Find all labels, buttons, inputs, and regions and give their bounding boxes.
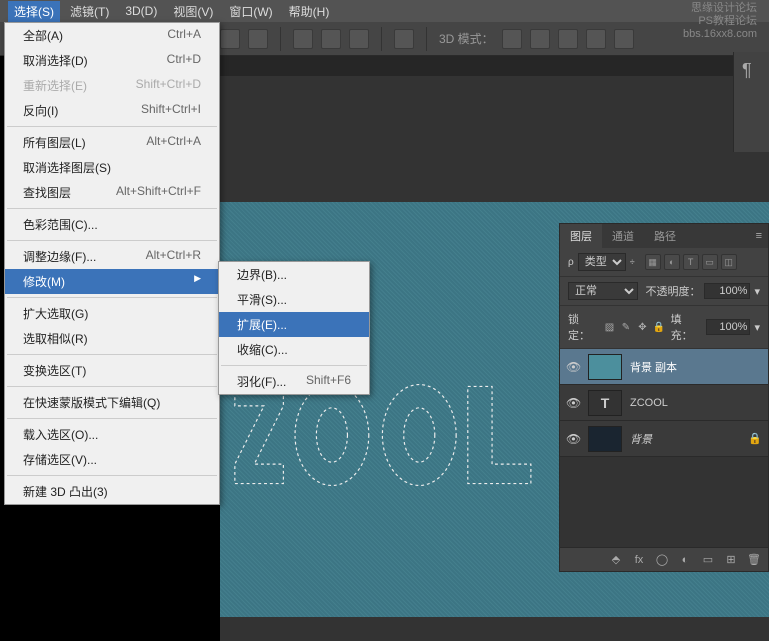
layer-mask-icon[interactable]: ◯ xyxy=(654,552,670,568)
filter-adjust-icon[interactable]: ◐ xyxy=(664,254,680,270)
visibility-eye-icon[interactable]: 👁 xyxy=(566,432,580,446)
menu-inverse[interactable]: 反向(I)Shift+Ctrl+I xyxy=(5,98,219,123)
menubar: 选择(S) 滤镜(T) 3D(D) 视图(V) 窗口(W) 帮助(H) xyxy=(0,0,769,22)
menu-find-layers[interactable]: 查找图层Alt+Shift+Ctrl+F xyxy=(5,180,219,205)
layer-name[interactable]: 背景 xyxy=(630,431,652,447)
menu-load-selection[interactable]: 载入选区(O)... xyxy=(5,422,219,447)
menu-reselect: 重新选择(E)Shift+Ctrl+D xyxy=(5,73,219,98)
layer-fx-icon[interactable]: fx xyxy=(631,552,647,568)
delete-layer-icon[interactable]: 🗑 xyxy=(746,552,762,568)
layer-item[interactable]: 👁 背景 副本 xyxy=(560,349,768,385)
fill-label: 填充： xyxy=(671,311,703,343)
filter-type-select[interactable]: 类型 xyxy=(578,253,626,271)
visibility-eye-icon[interactable]: 👁 xyxy=(566,360,580,374)
lock-fill-row: 锁定： ▨ ✎ ✥ 🔒 填充： 100% ▾ xyxy=(560,306,768,349)
menu-deselect-layers[interactable]: 取消选择图层(S) xyxy=(5,155,219,180)
tool-icon[interactable] xyxy=(349,29,369,49)
menu-deselect[interactable]: 取消选择(D)Ctrl+D xyxy=(5,48,219,73)
tool-icon[interactable] xyxy=(248,29,268,49)
menu-grow[interactable]: 扩大选取(G) xyxy=(5,301,219,326)
menu-select[interactable]: 选择(S) xyxy=(8,1,60,22)
tab-paths[interactable]: 路径 xyxy=(644,224,686,248)
filter-pixel-icon[interactable]: ▦ xyxy=(645,254,661,270)
menu-similar[interactable]: 选取相似(R) xyxy=(5,326,219,351)
layer-thumbnail[interactable] xyxy=(588,354,622,380)
menu-window[interactable]: 窗口(W) xyxy=(223,1,278,22)
3d-tool-icon[interactable] xyxy=(502,29,522,49)
menu-save-selection[interactable]: 存储选区(V)... xyxy=(5,447,219,472)
lock-all-icon[interactable]: 🔒 xyxy=(652,320,665,334)
layer-footer: ⬘ fx ◯ ◐ ▭ ⊞ 🗑 xyxy=(560,547,768,571)
menu-filter[interactable]: 滤镜(T) xyxy=(64,1,115,22)
filter-smart-icon[interactable]: ◫ xyxy=(721,254,737,270)
menu-view[interactable]: 视图(V) xyxy=(167,1,219,22)
right-dock: ¶ xyxy=(733,52,769,152)
fill-value[interactable]: 100% xyxy=(706,319,750,335)
tool-icon[interactable] xyxy=(220,29,240,49)
menu-all-layers[interactable]: 所有图层(L)Alt+Ctrl+A xyxy=(5,130,219,155)
blend-mode-select[interactable]: 正常 xyxy=(568,282,638,300)
menu-3d[interactable]: 3D(D) xyxy=(119,2,163,20)
lock-position-icon[interactable]: ✥ xyxy=(636,320,649,334)
tab-layers[interactable]: 图层 xyxy=(560,224,602,248)
watermark: 思缘设计论坛 PS教程论坛 bbs.16xx8.com xyxy=(683,2,757,41)
tool-icon[interactable] xyxy=(321,29,341,49)
3d-tool-icon[interactable] xyxy=(530,29,550,49)
3d-tool-icon[interactable] xyxy=(558,29,578,49)
layer-thumbnail-text[interactable]: T xyxy=(588,390,622,416)
filter-text-icon[interactable]: T xyxy=(683,254,699,270)
tool-icon[interactable] xyxy=(293,29,313,49)
chevron-down-icon[interactable]: ▾ xyxy=(754,321,760,334)
menu-transform-selection[interactable]: 变换选区(T) xyxy=(5,358,219,383)
submenu-feather[interactable]: 羽化(F)...Shift+F6 xyxy=(219,369,369,394)
layers-panel: 图层 通道 路径 ≡ ρ 类型 ÷ ▦ ◐ T ▭ ◫ 正常 不透明度： 100… xyxy=(559,223,769,572)
layer-thumbnail[interactable] xyxy=(588,426,622,452)
menu-quickmask[interactable]: 在快速蒙版模式下编辑(Q) xyxy=(5,390,219,415)
select-menu-dropdown: 全部(A)Ctrl+A 取消选择(D)Ctrl+D 重新选择(E)Shift+C… xyxy=(4,22,220,505)
panel-tabs: 图层 通道 路径 ≡ xyxy=(560,224,768,248)
menu-help[interactable]: 帮助(H) xyxy=(283,1,336,22)
chevron-down-icon[interactable]: ▾ xyxy=(754,285,760,298)
lock-icon: 🔒 xyxy=(748,432,762,445)
menu-new-3d-extrusion[interactable]: 新建 3D 凸出(3) xyxy=(5,479,219,504)
3d-mode-label: 3D 模式： xyxy=(439,30,494,47)
blend-opacity-row: 正常 不透明度： 100% ▾ xyxy=(560,277,768,306)
paragraph-icon[interactable]: ¶ xyxy=(734,52,769,89)
lock-transparency-icon[interactable]: ▨ xyxy=(603,320,616,334)
new-layer-icon[interactable]: ⊞ xyxy=(723,552,739,568)
menu-modify[interactable]: 修改(M) xyxy=(5,269,219,294)
layer-list: 👁 背景 副本 👁 T ZCOOL 👁 背景 🔒 xyxy=(560,349,768,547)
layer-item[interactable]: 👁 T ZCOOL xyxy=(560,385,768,421)
panel-menu-icon[interactable]: ≡ xyxy=(750,230,768,242)
lock-label: 锁定： xyxy=(568,311,600,343)
lock-pixels-icon[interactable]: ✎ xyxy=(619,320,632,334)
layer-name[interactable]: ZCOOL xyxy=(630,397,668,409)
layer-filter-row: ρ 类型 ÷ ▦ ◐ T ▭ ◫ xyxy=(560,248,768,277)
layer-empty-area xyxy=(560,457,768,547)
submenu-border[interactable]: 边界(B)... xyxy=(219,262,369,287)
layer-group-icon[interactable]: ▭ xyxy=(700,552,716,568)
3d-tool-icon[interactable] xyxy=(586,29,606,49)
layer-name[interactable]: 背景 副本 xyxy=(630,359,677,375)
layer-item[interactable]: 👁 背景 🔒 xyxy=(560,421,768,457)
visibility-eye-icon[interactable]: 👁 xyxy=(566,396,580,410)
submenu-expand[interactable]: 扩展(E)... xyxy=(219,312,369,337)
tab-channels[interactable]: 通道 xyxy=(602,224,644,248)
modify-submenu: 边界(B)... 平滑(S)... 扩展(E)... 收缩(C)... 羽化(F… xyxy=(218,261,370,395)
3d-tool-icon[interactable] xyxy=(614,29,634,49)
tool-icon[interactable] xyxy=(394,29,414,49)
adjustment-layer-icon[interactable]: ◐ xyxy=(677,552,693,568)
link-layers-icon[interactable]: ⬘ xyxy=(608,552,624,568)
submenu-contract[interactable]: 收缩(C)... xyxy=(219,337,369,362)
menu-color-range[interactable]: 色彩范围(C)... xyxy=(5,212,219,237)
menu-all[interactable]: 全部(A)Ctrl+A xyxy=(5,23,219,48)
submenu-smooth[interactable]: 平滑(S)... xyxy=(219,287,369,312)
filter-shape-icon[interactable]: ▭ xyxy=(702,254,718,270)
opacity-value[interactable]: 100% xyxy=(704,283,750,299)
opacity-label: 不透明度： xyxy=(645,283,700,299)
menu-refine-edge[interactable]: 调整边缘(F)...Alt+Ctrl+R xyxy=(5,244,219,269)
